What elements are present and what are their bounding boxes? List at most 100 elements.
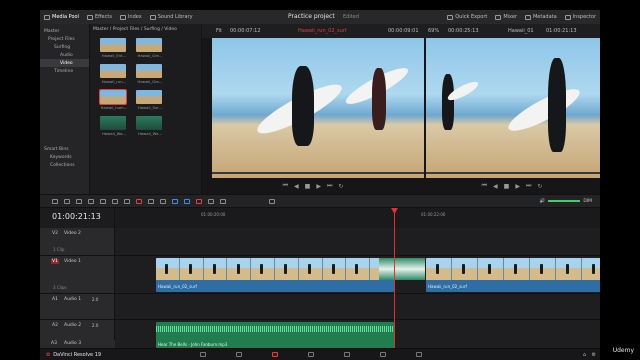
edit-page-icon[interactable] — [272, 352, 278, 357]
track-id: V2 — [52, 231, 58, 236]
trim-tool-icon[interactable] — [64, 198, 70, 204]
clip-thumbnail[interactable]: Hawaii_Gre... — [136, 38, 164, 58]
cut-page-icon[interactable] — [236, 352, 242, 357]
inspector-button[interactable]: Inspector — [561, 10, 600, 24]
bin-timeline[interactable]: Timeline — [40, 67, 89, 75]
zoom-detail-icon[interactable] — [220, 198, 226, 204]
smart-bin-collections[interactable]: Collections — [40, 161, 89, 169]
sound-library-button[interactable]: Sound Library — [146, 10, 197, 24]
bin-video[interactable]: Video — [40, 59, 89, 67]
next-frame-icon[interactable]: ⏭ — [327, 182, 332, 190]
playhead[interactable] — [394, 208, 395, 348]
track-lane[interactable] — [115, 228, 600, 255]
source-clip-name[interactable]: Hawaii_run_02_surf — [298, 28, 347, 34]
source-zoom[interactable]: Fit — [216, 28, 222, 34]
metadata-icon — [524, 14, 531, 20]
color-page-icon[interactable] — [344, 352, 350, 357]
selection-tool-icon[interactable] — [52, 198, 58, 204]
flag-icon[interactable] — [172, 198, 178, 204]
top-toolbar: Media Pool Effects Index Sound Library P… — [40, 10, 600, 24]
track-name[interactable]: Audio 2 — [64, 323, 81, 328]
marker-icon[interactable] — [184, 198, 190, 204]
bin-audio[interactable]: Audio — [40, 51, 89, 59]
zoom-slider-icon[interactable] — [269, 198, 275, 204]
play-reverse-icon[interactable]: ◀ — [294, 183, 299, 190]
clip-name: Hawaii_run... — [101, 79, 127, 84]
clip-thumbnail[interactable]: Hawaii_Wa... — [100, 116, 128, 136]
clip-thumbnail[interactable]: Hawaii_Gre... — [136, 64, 164, 84]
loop-icon[interactable]: ↻ — [338, 183, 343, 190]
replace-clip-icon[interactable] — [124, 198, 130, 204]
surfer-figure — [292, 66, 314, 146]
mixer-button[interactable]: Mixer — [491, 10, 521, 24]
bin-surfing[interactable]: Surfing — [40, 43, 89, 51]
clip-thumbnail[interactable]: Hawaii_run... — [100, 64, 128, 84]
previous-frame-icon[interactable]: ⏮ — [283, 182, 288, 190]
timeline-name[interactable]: Hawaii_01 — [508, 28, 534, 34]
effects-button[interactable]: Effects — [83, 10, 116, 24]
speaker-icon: 🔊 — [539, 198, 546, 204]
dynamic-trim-icon[interactable] — [76, 198, 82, 204]
snapping-icon[interactable] — [136, 198, 142, 204]
clip-name: Hawaii_hum... — [100, 105, 128, 110]
clip-name: Hawaii_Gre... — [137, 53, 163, 58]
blade-tool-icon[interactable] — [88, 198, 94, 204]
loop-icon[interactable]: ↻ — [537, 183, 542, 190]
dim-label[interactable]: DIM — [583, 199, 592, 204]
metadata-label: Metadata — [532, 14, 557, 20]
clip-thumbnail[interactable]: Hawaii_Wa... — [136, 116, 164, 136]
fusion-page-icon[interactable] — [308, 352, 314, 357]
play-reverse-icon[interactable]: ◀ — [493, 183, 498, 190]
ruler-label: 01:00:22:00 — [421, 212, 446, 217]
source-viewer[interactable] — [212, 38, 424, 178]
track-name[interactable]: Audio 3 — [64, 341, 81, 346]
position-lock-icon[interactable] — [160, 198, 166, 204]
play-icon[interactable]: ▶ — [316, 183, 321, 190]
clip-thumbnail[interactable]: Hawaii_Sur... — [136, 90, 164, 110]
stop-icon[interactable]: ■ — [504, 183, 510, 190]
previous-frame-icon[interactable]: ⏮ — [482, 182, 487, 190]
timeline-scrub-bar[interactable] — [426, 172, 600, 174]
fairlight-page-icon[interactable] — [380, 352, 386, 357]
clip-thumbnail[interactable]: Hawaii_Ent... — [100, 38, 128, 58]
volume-control: 🔊 DIM — [540, 199, 600, 204]
stop-icon[interactable]: ■ — [305, 183, 311, 190]
transition-clip[interactable] — [379, 258, 425, 280]
audio-clip[interactable]: Hear The Bells - John Fanburn.mp3 — [156, 322, 394, 350]
timeline-viewer[interactable] — [426, 38, 600, 178]
deliver-page-icon[interactable] — [416, 352, 422, 357]
volume-slider[interactable] — [548, 200, 581, 202]
index-icon — [119, 14, 126, 20]
track-name[interactable]: Video 2 — [64, 231, 81, 236]
source-transport: ⏮ ◀ ■ ▶ ⏭ ↻ — [202, 178, 424, 194]
udemy-watermark: Udemy — [612, 347, 634, 354]
bin-project-files[interactable]: Project Files — [40, 35, 89, 43]
track-lane[interactable] — [115, 294, 600, 319]
marker-color-icon[interactable] — [196, 198, 202, 204]
video-clip[interactable]: Hawaii_run_02_surf — [426, 258, 600, 292]
insert-clip-icon[interactable] — [100, 198, 106, 204]
timeline-ruler[interactable]: 01:00:20:00 01:00:22:00 — [115, 208, 600, 228]
page-bar: ✿ DaVinci Resolve 19 ⌂ ⚙ — [40, 348, 600, 360]
track-name[interactable]: Audio 1 — [64, 297, 81, 302]
settings-gear-icon[interactable]: ⚙ — [592, 352, 596, 358]
zoom-full-icon[interactable] — [208, 198, 214, 204]
media-page-icon[interactable] — [200, 352, 206, 357]
metadata-button[interactable]: Metadata — [521, 10, 561, 24]
smart-bin-keywords[interactable]: Keywords — [40, 153, 89, 161]
index-button[interactable]: Index — [116, 10, 146, 24]
clip-thumbnail[interactable]: Hawaii_hum... — [99, 89, 128, 110]
overwrite-clip-icon[interactable] — [112, 198, 118, 204]
track-name[interactable]: Video 1 — [64, 259, 81, 264]
timeline-zoom[interactable]: 69% — [428, 28, 439, 34]
quick-export-button[interactable]: Quick Export — [443, 10, 491, 24]
video-clip[interactable]: Hawaii_run_02_surf — [156, 258, 394, 292]
linked-selection-icon[interactable] — [148, 198, 154, 204]
track-lane[interactable]: Hawaii_run_02_surf Hawaii_run_02_surf — [115, 256, 600, 293]
source-scrub-bar[interactable] — [212, 172, 424, 174]
home-icon[interactable]: ⌂ — [583, 352, 586, 358]
next-frame-icon[interactable]: ⏭ — [526, 182, 531, 190]
play-icon[interactable]: ▶ — [515, 183, 520, 190]
media-pool-button[interactable]: Media Pool — [40, 10, 83, 24]
bin-master[interactable]: Master — [40, 27, 89, 35]
